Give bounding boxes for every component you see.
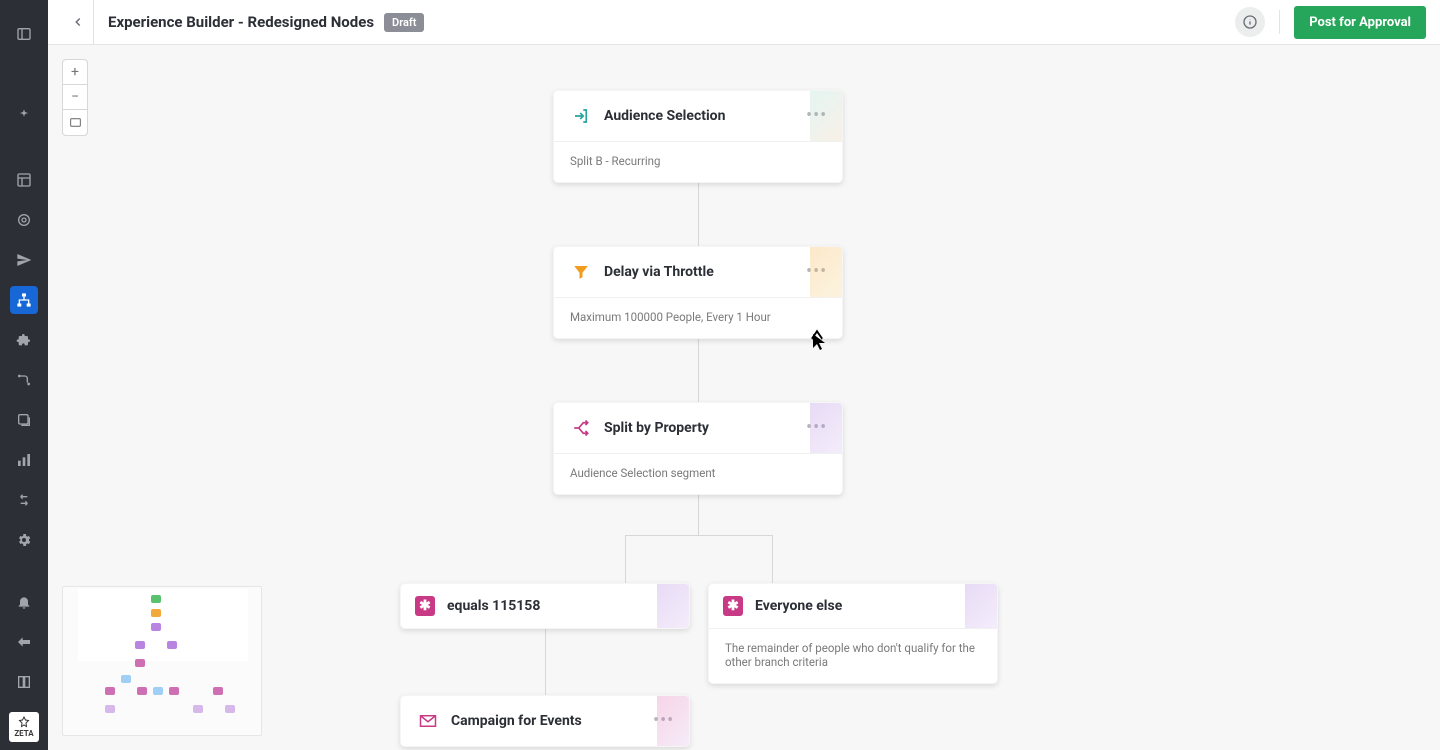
node-title: Campaign for Events: [451, 713, 653, 729]
nav-speed-icon[interactable]: [10, 628, 38, 656]
node-more-icon[interactable]: •••: [806, 268, 826, 276]
flow-canvas[interactable]: + − Audience Selection ••• Split B - Rec…: [48, 45, 1440, 750]
node-more-icon[interactable]: •••: [806, 424, 826, 432]
divider: [1279, 10, 1280, 34]
node-branch-equals[interactable]: ✱ equals 115158: [400, 583, 690, 629]
zoom-fit-button[interactable]: [63, 110, 87, 135]
node-subtitle: Audience Selection segment: [554, 453, 842, 494]
envelope-icon: [417, 710, 439, 732]
asterisk-icon: ✱: [723, 596, 743, 616]
node-split-property[interactable]: Split by Property ••• Audience Selection…: [553, 402, 843, 495]
nav-book-icon[interactable]: [10, 668, 38, 696]
node-more-icon[interactable]: •••: [653, 717, 673, 725]
nav-analytics-icon[interactable]: [10, 446, 38, 474]
node-title: Delay via Throttle: [604, 264, 806, 280]
connector: [772, 535, 773, 583]
nav-puzzle-icon[interactable]: [10, 326, 38, 354]
minimap[interactable]: [62, 586, 262, 736]
node-delay-throttle[interactable]: Delay via Throttle ••• Maximum 100000 Pe…: [553, 246, 843, 339]
connector: [625, 535, 626, 583]
nav-send-icon[interactable]: [10, 246, 38, 274]
node-title: equals 115158: [447, 598, 675, 614]
connector: [625, 535, 772, 536]
node-subtitle: Split B - Recurring: [554, 141, 842, 182]
node-branch-everyone-else[interactable]: ✱ Everyone else The remainder of people …: [708, 583, 998, 684]
funnel-icon: [570, 261, 592, 283]
info-button[interactable]: [1235, 7, 1265, 37]
nav-layout-icon[interactable]: [10, 166, 38, 194]
asterisk-icon: ✱: [415, 596, 435, 616]
nav-gear-icon[interactable]: [10, 526, 38, 554]
nav-bell-icon[interactable]: [10, 588, 38, 616]
zoom-control: + −: [62, 59, 88, 136]
brand-badge[interactable]: ZETA: [9, 712, 39, 742]
node-subtitle: Maximum 100000 People, Every 1 Hour: [554, 297, 842, 338]
zoom-in-button[interactable]: +: [63, 60, 87, 85]
status-badge: Draft: [384, 13, 424, 32]
brand-label: ZETA: [14, 729, 33, 738]
split-icon: [570, 417, 592, 439]
top-bar: Experience Builder - Redesigned Nodes Dr…: [48, 0, 1440, 45]
connector: [698, 495, 699, 535]
nav-panel-icon[interactable]: [10, 20, 38, 48]
connector: [545, 629, 546, 701]
node-title: Split by Property: [604, 420, 806, 436]
post-for-approval-button[interactable]: Post for Approval: [1294, 6, 1426, 39]
nav-target-icon[interactable]: [10, 206, 38, 234]
connector: [698, 183, 699, 247]
node-title: Everyone else: [755, 598, 983, 614]
node-title: Audience Selection: [604, 108, 806, 124]
node-subtitle: The remainder of people who don't qualif…: [709, 628, 997, 683]
back-button[interactable]: [62, 0, 94, 45]
minimap-viewport: [78, 589, 248, 661]
nav-sparkle-icon[interactable]: [10, 102, 38, 130]
node-campaign-events[interactable]: Campaign for Events •••: [400, 695, 690, 747]
nav-stack-icon[interactable]: [10, 406, 38, 434]
page-title: Experience Builder - Redesigned Nodes: [108, 13, 374, 31]
nav-transfer-icon[interactable]: [10, 486, 38, 514]
node-audience-selection[interactable]: Audience Selection ••• Split B - Recurri…: [553, 90, 843, 183]
zoom-out-button[interactable]: −: [63, 85, 87, 110]
nav-pipeline-icon[interactable]: [10, 366, 38, 394]
nav-flow-icon[interactable]: [10, 286, 38, 314]
left-nav-rail: ZETA: [0, 0, 48, 750]
connector: [698, 339, 699, 403]
node-more-icon[interactable]: •••: [806, 112, 826, 120]
audience-icon: [570, 105, 592, 127]
